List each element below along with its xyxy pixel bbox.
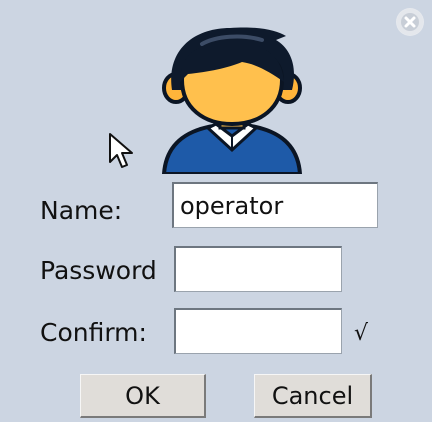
name-field[interactable] bbox=[172, 182, 378, 228]
ok-button[interactable]: OK bbox=[80, 374, 206, 418]
mouse-pointer-icon bbox=[108, 132, 134, 170]
password-field[interactable] bbox=[174, 246, 342, 292]
name-label: Name: bbox=[40, 196, 123, 225]
confirm-label: Confirm: bbox=[40, 318, 147, 347]
password-label: Password bbox=[40, 256, 157, 285]
confirm-status-checkmark: √ bbox=[354, 321, 369, 346]
confirm-field[interactable] bbox=[174, 308, 342, 354]
user-avatar-icon bbox=[158, 24, 306, 176]
close-button[interactable] bbox=[396, 8, 424, 36]
close-icon bbox=[397, 9, 423, 35]
login-dialog: Name: Password Confirm: √ OK Cancel bbox=[0, 0, 440, 432]
cancel-button[interactable]: Cancel bbox=[254, 374, 372, 418]
